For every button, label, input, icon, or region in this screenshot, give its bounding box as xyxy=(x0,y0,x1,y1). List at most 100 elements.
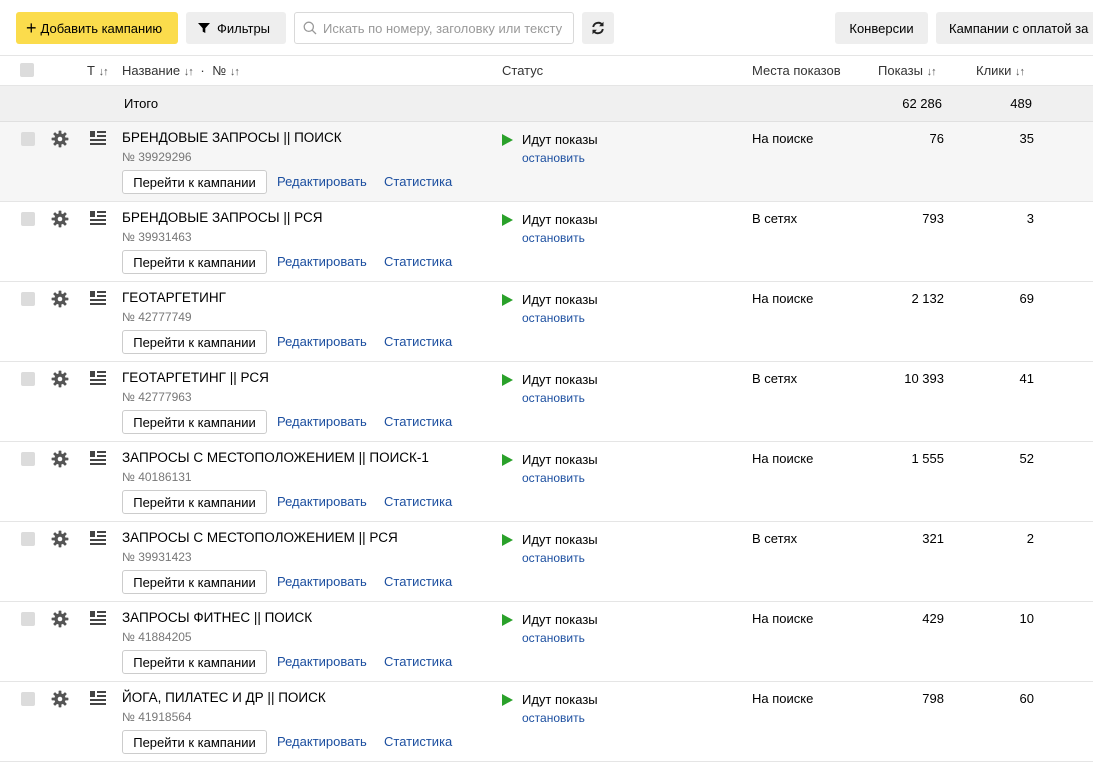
table-row: ЗАПРОСЫ ФИТНЕС || ПОИСК № 41884205 Перей… xyxy=(0,602,1093,682)
paid-campaigns-label: Кампании с оплатой за xyxy=(949,20,1089,36)
edit-link[interactable]: Редактировать xyxy=(277,494,367,509)
edit-link[interactable]: Редактировать xyxy=(277,334,367,349)
text-campaign-icon xyxy=(90,451,106,465)
gear-icon[interactable] xyxy=(51,610,69,628)
status-text: Идут показы xyxy=(522,212,598,227)
statistics-link[interactable]: Статистика xyxy=(384,734,452,749)
row-checkbox[interactable] xyxy=(21,132,35,146)
table-row: БРЕНДОВЫЕ ЗАПРОСЫ || РСЯ № 39931463 Пере… xyxy=(0,202,1093,282)
search-input[interactable] xyxy=(323,20,568,36)
stop-link[interactable]: остановить xyxy=(522,311,585,325)
table-row: ГЕОТАРГЕТИНГ || РСЯ № 42777963 Перейти к… xyxy=(0,362,1093,442)
add-campaign-button[interactable]: + Добавить кампанию xyxy=(16,12,178,44)
row-checkbox[interactable] xyxy=(21,372,35,386)
edit-link[interactable]: Редактировать xyxy=(277,254,367,269)
row-checkbox[interactable] xyxy=(21,692,35,706)
goto-campaign-button[interactable]: Перейти к кампании xyxy=(122,730,267,754)
type-column-header[interactable]: Т ↓↑ xyxy=(87,63,109,78)
statistics-link[interactable]: Статистика xyxy=(384,574,452,589)
edit-link[interactable]: Редактировать xyxy=(277,414,367,429)
stop-link[interactable]: остановить xyxy=(522,631,585,645)
goto-campaign-button[interactable]: Перейти к кампании xyxy=(122,650,267,674)
gear-icon[interactable] xyxy=(51,690,69,708)
campaign-number: № 41918564 xyxy=(122,710,192,724)
impressions-value: 793 xyxy=(922,211,944,226)
goto-campaign-button[interactable]: Перейти к кампании xyxy=(122,490,267,514)
impressions-column-header[interactable]: Показы ↓↑ xyxy=(878,63,937,78)
type-column-label: Т xyxy=(87,63,95,78)
campaign-number: № 39931423 xyxy=(122,550,192,564)
placement-text: На поиске xyxy=(752,691,814,706)
row-checkbox[interactable] xyxy=(21,452,35,466)
statistics-link[interactable]: Статистика xyxy=(384,254,452,269)
clicks-value: 60 xyxy=(1019,691,1034,706)
edit-link[interactable]: Редактировать xyxy=(277,174,367,189)
table-row: БРЕНДОВЫЕ ЗАПРОСЫ || ПОИСК № 39929296 Пе… xyxy=(0,122,1093,202)
play-icon xyxy=(502,694,513,706)
goto-campaign-button[interactable]: Перейти к кампании xyxy=(122,570,267,594)
impressions-value: 798 xyxy=(922,691,944,706)
status-text: Идут показы xyxy=(522,372,598,387)
total-label: Итого xyxy=(124,96,159,111)
status-column-header[interactable]: Статус xyxy=(502,63,543,78)
edit-link[interactable]: Редактировать xyxy=(277,734,367,749)
campaign-name: ЗАПРОСЫ ФИТНЕС || ПОИСК xyxy=(122,610,313,625)
places-column-header[interactable]: Места показов xyxy=(752,63,841,78)
statistics-link[interactable]: Статистика xyxy=(384,174,452,189)
campaign-name: ГЕОТАРГЕТИНГ || РСЯ xyxy=(122,370,269,385)
row-checkbox[interactable] xyxy=(21,532,35,546)
total-row: Итого 62 286 489 xyxy=(0,86,1093,122)
campaign-number: № 39929296 xyxy=(122,150,192,164)
clicks-value: 3 xyxy=(1026,211,1034,226)
add-campaign-label: Добавить кампанию xyxy=(40,20,163,36)
conversions-button[interactable]: Конверсии xyxy=(835,12,928,44)
statistics-link[interactable]: Статистика xyxy=(384,334,452,349)
table-row: ЙОГА, ПИЛАТЕС И ДР || ПОИСК № 41918564 П… xyxy=(0,682,1093,762)
play-icon xyxy=(502,214,513,226)
statistics-link[interactable]: Статистика xyxy=(384,414,452,429)
stop-link[interactable]: остановить xyxy=(522,551,585,565)
name-column-header[interactable]: Название ↓↑ · № ↓↑ xyxy=(122,63,240,78)
dot-separator: · xyxy=(200,63,205,78)
gear-icon[interactable] xyxy=(51,290,69,308)
text-campaign-icon xyxy=(90,371,106,385)
clicks-column-header[interactable]: Клики ↓↑ xyxy=(976,63,1025,78)
total-impressions: 62 286 xyxy=(902,96,942,111)
stop-link[interactable]: остановить xyxy=(522,151,585,165)
row-checkbox[interactable] xyxy=(21,212,35,226)
impressions-value: 321 xyxy=(922,531,944,546)
edit-link[interactable]: Редактировать xyxy=(277,654,367,669)
gear-icon[interactable] xyxy=(51,450,69,468)
sort-icon: ↓↑ xyxy=(1015,66,1025,78)
statistics-link[interactable]: Статистика xyxy=(384,654,452,669)
stop-link[interactable]: остановить xyxy=(522,711,585,725)
goto-campaign-button[interactable]: Перейти к кампании xyxy=(122,410,267,434)
select-all-checkbox[interactable] xyxy=(20,63,34,77)
impressions-value: 10 393 xyxy=(904,371,944,386)
goto-campaign-button[interactable]: Перейти к кампании xyxy=(122,250,267,274)
impressions-value: 2 132 xyxy=(911,291,944,306)
paid-campaigns-button[interactable]: Кампании с оплатой за xyxy=(936,12,1093,44)
refresh-button[interactable] xyxy=(582,12,614,44)
filters-button[interactable]: Фильтры xyxy=(186,12,286,44)
statistics-link[interactable]: Статистика xyxy=(384,494,452,509)
number-column-label: № xyxy=(212,63,227,78)
search-box xyxy=(294,12,574,44)
row-checkbox[interactable] xyxy=(21,612,35,626)
gear-icon[interactable] xyxy=(51,530,69,548)
gear-icon[interactable] xyxy=(51,370,69,388)
gear-icon[interactable] xyxy=(51,210,69,228)
clicks-value: 69 xyxy=(1019,291,1034,306)
filters-label: Фильтры xyxy=(217,20,271,36)
goto-campaign-button[interactable]: Перейти к кампании xyxy=(122,170,267,194)
edit-link[interactable]: Редактировать xyxy=(277,574,367,589)
goto-campaign-button[interactable]: Перейти к кампании xyxy=(122,330,267,354)
campaign-number: № 39931463 xyxy=(122,230,192,244)
stop-link[interactable]: остановить xyxy=(522,231,585,245)
row-checkbox[interactable] xyxy=(21,292,35,306)
campaign-name: ЗАПРОСЫ С МЕСТОПОЛОЖЕНИЕМ || ПОИСК-1 xyxy=(122,450,429,465)
gear-icon[interactable] xyxy=(51,130,69,148)
campaign-name: ЗАПРОСЫ С МЕСТОПОЛОЖЕНИЕМ || РСЯ xyxy=(122,530,398,545)
stop-link[interactable]: остановить xyxy=(522,391,585,405)
stop-link[interactable]: остановить xyxy=(522,471,585,485)
